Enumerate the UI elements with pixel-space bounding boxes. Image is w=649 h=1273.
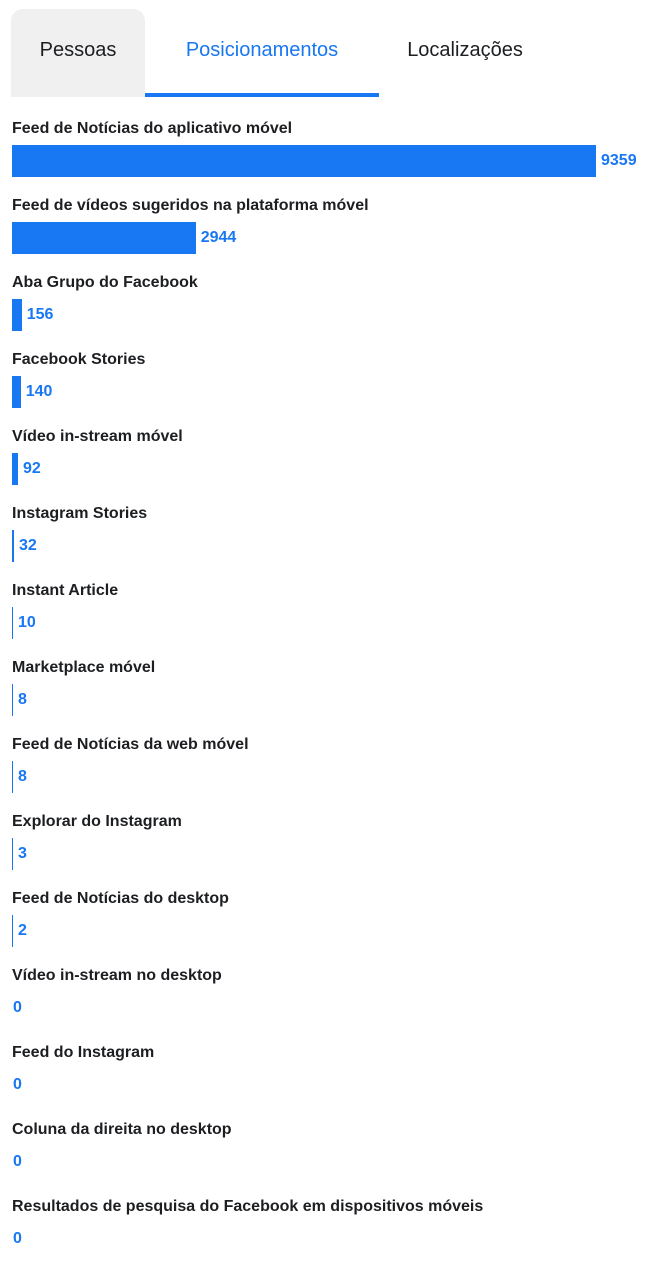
placement-value: 3	[18, 845, 27, 862]
placement-row: Vídeo in-stream no desktop 0	[12, 965, 637, 1042]
placement-row: Feed de Notícias do aplicativo móvel 9359	[12, 118, 637, 195]
placement-label: Feed de Notícias do aplicativo móvel	[12, 120, 293, 137]
placement-bar	[12, 376, 21, 408]
placement-bar-line: 8	[12, 684, 27, 716]
placement-label: Explorar do Instagram	[12, 813, 182, 830]
placement-bar	[12, 838, 13, 870]
placement-value: 8	[18, 691, 27, 708]
placement-label: Coluna da direita no desktop	[12, 1121, 232, 1138]
placement-row: Explorar do Instagram 3	[12, 811, 637, 888]
placement-bar-line: 3	[12, 838, 27, 870]
placement-label: Feed de Notícias da web móvel	[12, 736, 249, 753]
placement-value: 92	[23, 460, 41, 477]
placement-label: Instagram Stories	[12, 505, 148, 522]
placement-value: 0	[13, 1153, 22, 1170]
placement-value: 156	[26, 306, 54, 323]
placement-bar	[12, 145, 596, 177]
placement-label: Aba Grupo do Facebook	[12, 274, 198, 291]
placement-row: Vídeo in-stream móvel 92	[12, 426, 637, 503]
placement-bar	[12, 915, 13, 947]
placement-row: Instant Article 10	[12, 580, 637, 657]
tab-people[interactable]: Pessoas	[11, 9, 145, 97]
placement-value: 8	[18, 768, 27, 785]
placement-value: 10	[18, 614, 36, 631]
placement-bar-line: 32	[12, 530, 37, 562]
placement-row: Coluna da direita no desktop 0	[12, 1119, 637, 1196]
placement-value: 140	[25, 383, 53, 400]
placements-bar-list: Feed de Notícias do aplicativo móvel 9359…	[12, 118, 637, 1273]
placement-bar	[12, 299, 22, 331]
placement-bar	[12, 222, 196, 254]
placement-label: Feed do Instagram	[12, 1044, 155, 1061]
placement-label: Vídeo in-stream no desktop	[12, 967, 222, 984]
placement-bar-line: 10	[12, 607, 36, 639]
placement-value: 2944	[200, 229, 237, 246]
placement-bar-line: 92	[12, 453, 41, 485]
placement-bar-line: 2	[12, 915, 27, 947]
placement-bar-line: 0	[12, 1069, 22, 1101]
placement-value: 2	[18, 922, 27, 939]
placement-value: 0	[13, 1076, 22, 1093]
placement-row: Feed de vídeos sugeridos na plataforma m…	[12, 195, 637, 272]
placement-row: Feed de Notícias da web móvel 8	[12, 734, 637, 811]
tab-bar: Pessoas Posicionamentos Localizações	[11, 9, 551, 97]
tab-placements[interactable]: Posicionamentos	[145, 9, 379, 97]
placement-label: Resultados de pesquisa do Facebook em di…	[12, 1198, 484, 1215]
placement-label: Feed de Notícias do desktop	[12, 890, 229, 907]
placement-row: Marketplace móvel 8	[12, 657, 637, 734]
placement-label: Vídeo in-stream móvel	[12, 428, 183, 445]
placement-value: 9359	[601, 152, 637, 169]
placement-bar	[12, 761, 13, 793]
placement-row: Aba Grupo do Facebook 156	[12, 272, 637, 349]
placement-bar-line: 9359	[12, 145, 637, 177]
placement-bar-line: 0	[12, 1223, 22, 1255]
placement-value: 32	[19, 537, 37, 554]
placement-row: Instagram Stories 32	[12, 503, 637, 580]
placement-bar	[12, 607, 13, 639]
placement-label: Instant Article	[12, 582, 119, 599]
placement-value: 0	[13, 999, 22, 1016]
placement-row: Facebook Stories 140	[12, 349, 637, 426]
placement-bar-line: 8	[12, 761, 27, 793]
placement-bar	[12, 530, 14, 562]
placement-value: 0	[13, 1230, 22, 1247]
placement-bar-line: 0	[12, 992, 22, 1024]
placement-bar-line: 2944	[12, 222, 236, 254]
placement-label: Facebook Stories	[12, 351, 146, 368]
placement-label: Feed de vídeos sugeridos na plataforma m…	[12, 197, 369, 214]
placement-bar-line: 156	[12, 299, 53, 331]
placement-bar	[12, 453, 18, 485]
placement-row: Feed de Notícias do desktop 2	[12, 888, 637, 965]
tab-locations[interactable]: Localizações	[379, 9, 551, 97]
placement-row: Feed do Instagram 0	[12, 1042, 637, 1119]
placement-bar-line: 140	[12, 376, 52, 408]
placement-row: Resultados de pesquisa do Facebook em di…	[12, 1196, 637, 1273]
placement-bar	[12, 684, 13, 716]
placement-bar-line: 0	[12, 1146, 22, 1178]
placement-label: Marketplace móvel	[12, 659, 156, 676]
